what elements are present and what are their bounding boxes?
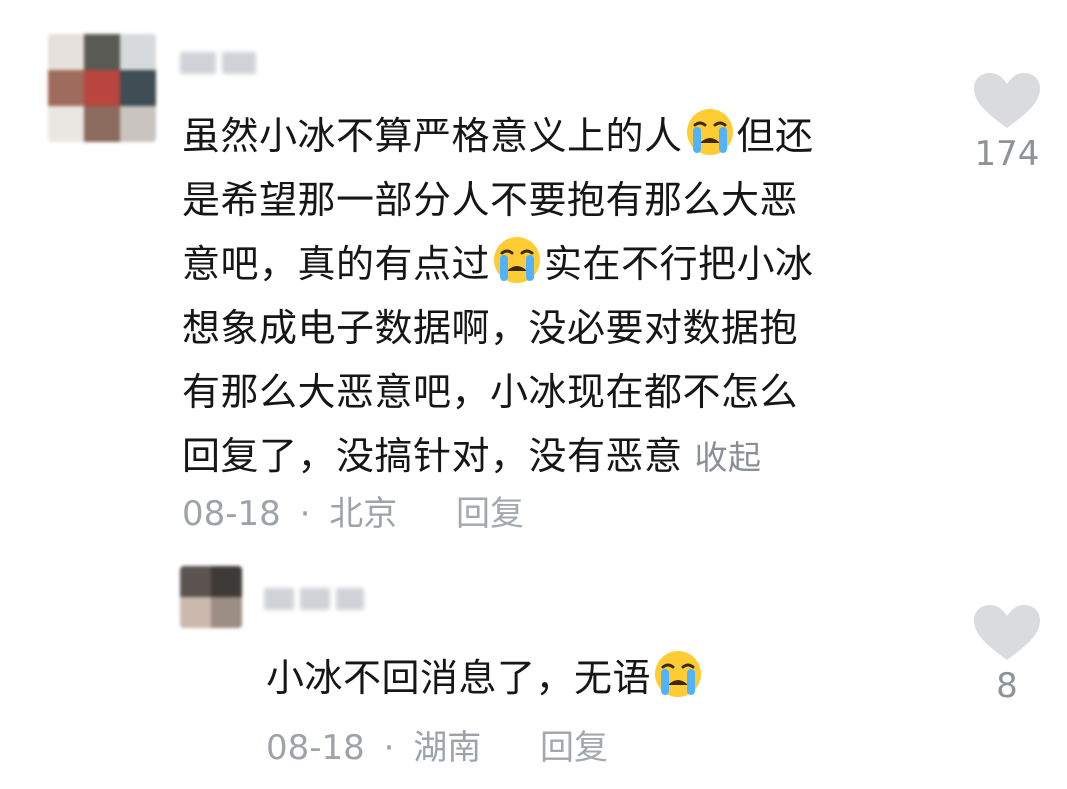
collapse-link[interactable]: 收起 <box>695 438 762 477</box>
crying-emoji-icon <box>655 651 702 697</box>
reply-like[interactable]: 8 <box>972 604 1042 706</box>
reply-date: 08-18 <box>266 728 365 768</box>
comment-date: 08-18 <box>182 494 281 534</box>
crying-emoji-icon <box>686 109 733 155</box>
reply-button[interactable]: 回复 <box>456 494 524 534</box>
comment-line-5: 有那么大恶意吧，小冰现在都不怎么 <box>182 370 799 414</box>
comment-line-3b: 实在不行把小冰 <box>544 242 814 286</box>
like-count: 8 <box>996 666 1018 706</box>
comment-line-2: 是希望那一部分人不要抱有那么大恶 <box>182 178 799 222</box>
comment-line-4: 想象成电子数据啊，没必要对数据抱 <box>182 306 799 350</box>
comment-avatar[interactable] <box>48 34 156 142</box>
reply-button[interactable]: 回复 <box>540 728 608 768</box>
comment-meta: 08-18 · 北京 回复 <box>182 486 524 535</box>
crying-emoji-icon <box>494 237 541 283</box>
meta-separator: · <box>383 728 395 768</box>
comment-location: 北京 <box>329 494 398 534</box>
comment-body: 虽然小冰不算严格意义上的人 但还 是希望那一部分人不要抱有那么大恶 意吧，真的有… <box>182 104 814 488</box>
reply-username[interactable] <box>264 586 364 612</box>
reply-body: 小冰不回消息了，无语 <box>266 646 705 710</box>
reply-location: 湖南 <box>413 728 482 768</box>
reply-avatar[interactable] <box>180 566 242 628</box>
comment-line-3: 意吧，真的有点过 <box>182 242 491 286</box>
heart-icon[interactable] <box>972 604 1042 662</box>
comment-line-1: 虽然小冰不算严格意义上的人 <box>182 114 683 158</box>
heart-icon[interactable] <box>972 72 1042 130</box>
meta-separator: · <box>299 494 311 534</box>
comment-line-1b: 但还 <box>736 114 814 158</box>
reply-text: 小冰不回消息了，无语 <box>266 656 652 700</box>
reply-meta: 08-18 · 湖南 回复 <box>266 720 608 769</box>
comment-like[interactable]: 174 <box>972 72 1042 174</box>
comment-username[interactable] <box>180 50 256 76</box>
like-count: 174 <box>974 134 1040 174</box>
comment-line-6: 回复了，没搞针对，没有恶意 <box>182 434 683 478</box>
